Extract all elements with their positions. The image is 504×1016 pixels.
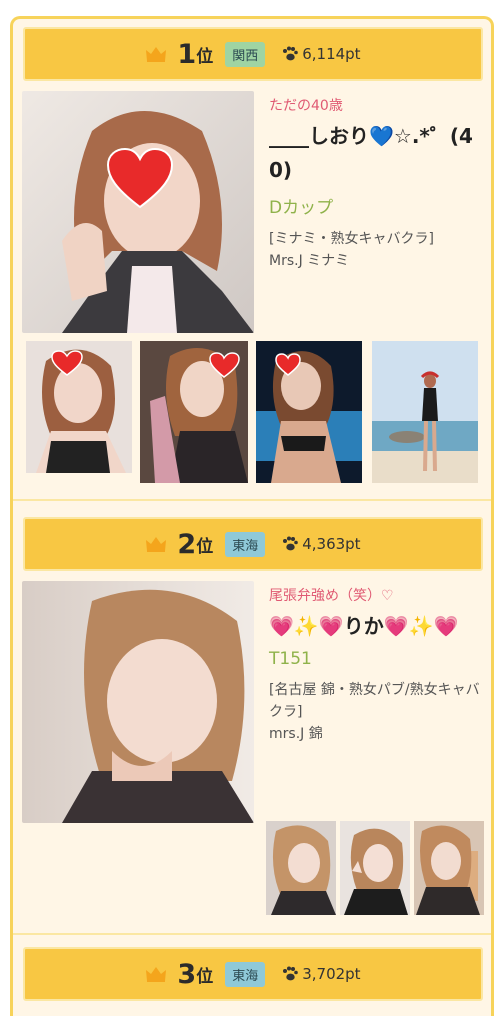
profile-info-1: ただの40歳 ____しおり💙☆.*゜(40) Dカップ [ミナミ・熟女キャバク… (269, 95, 484, 272)
ranking-panel: 1 位 関西 6,114pt ただの40歳 ____しおり💙☆.*゜(40) D… (10, 16, 494, 1016)
rank-number: 3 (177, 958, 197, 990)
points-value: 6,114pt (302, 45, 361, 63)
section-divider (13, 499, 491, 501)
profile-name[interactable]: ____しおり💙☆.*゜(40) (269, 119, 484, 187)
rank-suffix: 位 (196, 536, 214, 557)
gallery-thumb-2b[interactable] (340, 821, 410, 915)
paw-icon (283, 46, 299, 61)
rank-number: 2 (177, 528, 197, 560)
rank-suffix: 位 (196, 46, 214, 67)
rank-header-2: 2 位 東海 4,363pt (23, 517, 483, 571)
section-divider (13, 933, 491, 935)
profile-info-2: 尾張弁強め（笑）♡ 💗✨💗りか💗✨💗 T151 [名古屋 錦・熟女パブ/熟女キャ… (269, 585, 484, 745)
gallery-thumb-1c[interactable] (256, 341, 362, 483)
profile-tagline: ただの40歳 (269, 98, 343, 114)
region-badge[interactable]: 関西 (225, 41, 266, 67)
heart-sticker (106, 147, 174, 209)
paw-icon (283, 536, 299, 551)
crown-icon (146, 967, 167, 982)
rank-header-1: 1 位 関西 6,114pt (23, 27, 483, 81)
rank-header-3: 3 位 東海 3,702pt (23, 947, 483, 1001)
points-value: 3,702pt (302, 965, 361, 983)
rank-suffix: 位 (196, 966, 214, 987)
crown-icon (146, 47, 167, 62)
profile-photo-1[interactable] (22, 91, 254, 333)
gallery-thumb-1a[interactable] (26, 341, 132, 473)
region-badge[interactable]: 東海 (225, 531, 266, 557)
profile-name[interactable]: 💗✨💗りか💗✨💗 (269, 609, 484, 643)
gallery-thumb-2c[interactable] (414, 821, 484, 915)
gallery-thumb-1b[interactable] (140, 341, 248, 483)
gallery-thumb-1d[interactable] (372, 341, 478, 483)
points-value: 4,363pt (302, 535, 361, 553)
shop-category: [名古屋 錦・熟女パブ/熟女キャバクラ] (269, 682, 480, 720)
profile-cup: Dカップ (269, 198, 334, 218)
paw-icon (283, 966, 299, 981)
store-name[interactable]: mrs.J 錦 (269, 723, 484, 745)
profile-photo-2[interactable] (22, 581, 254, 823)
store-name[interactable]: Mrs.J ミナミ (269, 250, 484, 272)
profile-tagline: 尾張弁強め（笑）♡ (269, 588, 394, 604)
crown-icon (146, 537, 167, 552)
shop-category: [ミナミ・熟女キャバクラ] (269, 231, 434, 247)
region-badge[interactable]: 東海 (225, 961, 266, 987)
rank-number: 1 (177, 38, 197, 70)
gallery-thumb-2a[interactable] (266, 821, 336, 915)
profile-cup: T151 (269, 649, 312, 669)
